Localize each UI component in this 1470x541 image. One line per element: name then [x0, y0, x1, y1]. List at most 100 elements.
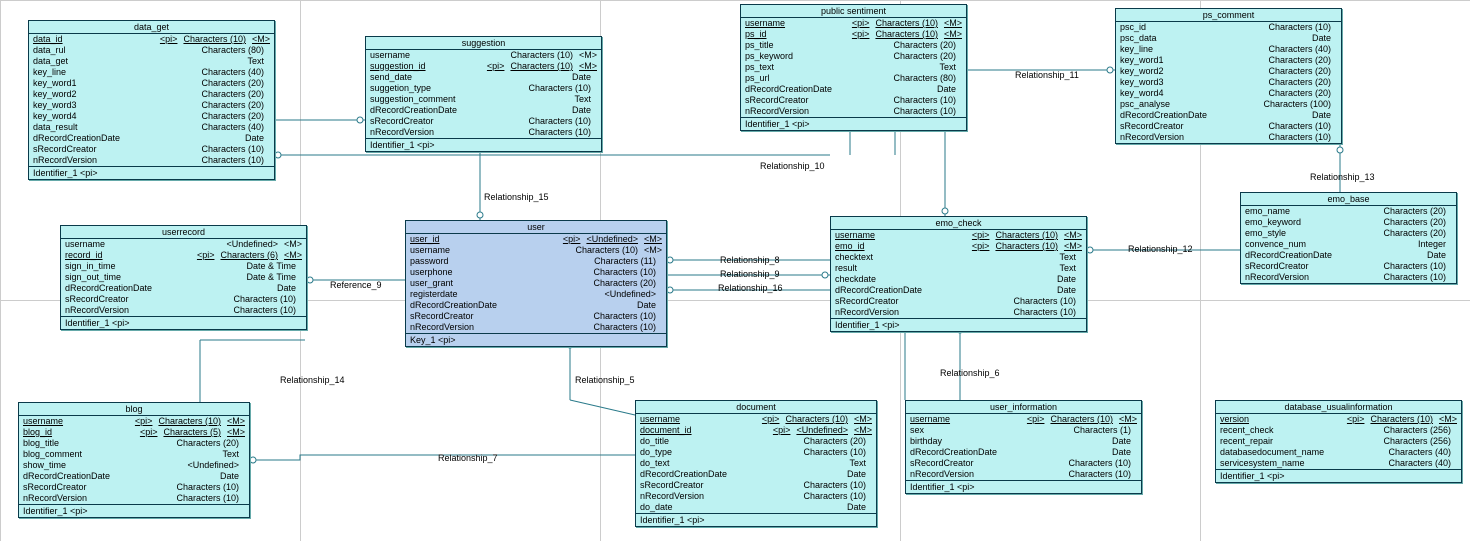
attr-type: Characters (10): [528, 83, 591, 94]
entity-blog[interactable]: blogusername<pi>Characters (10)<M>blog_i…: [18, 402, 250, 518]
attr-name: nRecordVersion: [910, 469, 1056, 480]
attr-type: Characters (10): [183, 34, 246, 45]
entity-attribute-row: emo_id<pi>Characters (10)<M>: [831, 241, 1086, 252]
attr-type: Characters (10): [593, 322, 656, 333]
entity-body: username<pi>Characters (10)<M>blog_id<pi…: [19, 416, 249, 504]
attr-name: psc_data: [1120, 33, 1300, 44]
entity-attribute-row: nRecordVersionCharacters (10): [831, 307, 1086, 318]
attr-mandatory: <M>: [944, 29, 962, 40]
entity-title: emo_check: [831, 217, 1086, 230]
attr-type: Characters (20): [1268, 77, 1331, 88]
entity-user[interactable]: useruser_id<pi><Undefined><M>usernameCha…: [405, 220, 667, 347]
attr-name: nRecordVersion: [1245, 272, 1371, 283]
entity-attribute-row: sRecordCreatorCharacters (10): [1116, 121, 1341, 132]
attr-type: Date: [847, 469, 866, 480]
attr-name: sex: [910, 425, 1061, 436]
attr-type: Integer: [1418, 239, 1446, 250]
attr-type: Characters (10): [593, 311, 656, 322]
attr-type: Characters (20): [1268, 55, 1331, 66]
entity-attribute-row: ps_urlCharacters (80): [741, 73, 966, 84]
attr-type: Characters (20): [201, 89, 264, 100]
attr-name: blog_id: [23, 427, 134, 438]
entity-attribute-row: sRecordCreatorCharacters (10): [1241, 261, 1456, 272]
entity-attribute-row: key_word2Characters (20): [1116, 66, 1341, 77]
attr-name: key_word1: [33, 78, 189, 89]
attr-name: suggestion_id: [370, 61, 481, 72]
entity-public_sentiment[interactable]: public sentimentusername<pi>Characters (…: [740, 4, 967, 131]
attr-pi: <pi>: [197, 250, 215, 261]
entity-attribute-row: convence_numInteger: [1241, 239, 1456, 250]
attr-type: Characters (10): [1268, 22, 1331, 33]
entity-attribute-row: dRecordCreationDateDate: [636, 469, 876, 480]
attr-name: nRecordVersion: [1120, 132, 1256, 143]
entity-attribute-row: data_id<pi>Characters (10)<M>: [29, 34, 274, 45]
entity-identifier: Identifier_1 <pi>: [906, 480, 1141, 493]
entity-attribute-row: sRecordCreatorCharacters (10): [906, 458, 1141, 469]
attr-name: nRecordVersion: [745, 106, 881, 117]
entity-attribute-row: servicesystem_nameCharacters (40): [1216, 458, 1461, 469]
attr-name: username: [745, 18, 846, 29]
attr-name: dRecordCreationDate: [410, 300, 625, 311]
attr-name: sRecordCreator: [33, 144, 189, 155]
attr-name: psc_id: [1120, 22, 1256, 33]
attr-type: Text: [1059, 252, 1076, 263]
entity-attribute-row: dRecordCreationDateDate: [831, 285, 1086, 296]
entity-attribute-row: nRecordVersionCharacters (10): [1241, 272, 1456, 283]
entity-attribute-row: userphoneCharacters (10): [406, 267, 666, 278]
attr-name: sRecordCreator: [23, 482, 164, 493]
entity-attribute-row: nRecordVersionCharacters (10): [741, 106, 966, 117]
entity-user_information[interactable]: user_informationusername<pi>Characters (…: [905, 400, 1142, 494]
attr-name: username: [910, 414, 1021, 425]
entity-title: document: [636, 401, 876, 414]
entity-attribute-row: suggetion_typeCharacters (10): [366, 83, 601, 94]
attr-name: nRecordVersion: [835, 307, 1001, 318]
attr-name: ps_title: [745, 40, 881, 51]
attr-type: Date: [937, 84, 956, 95]
attr-mandatory: <M>: [579, 50, 597, 61]
entity-ps_comment[interactable]: ps_commentpsc_idCharacters (10)psc_dataD…: [1115, 8, 1342, 144]
entity-database_usualinformation[interactable]: database_usualinformationversion<pi>Char…: [1215, 400, 1462, 483]
entity-attribute-row: sRecordCreatorCharacters (10): [29, 144, 274, 155]
attr-type: Characters (10): [1268, 132, 1331, 143]
entity-emo_check[interactable]: emo_checkusername<pi>Characters (10)<M>e…: [830, 216, 1087, 332]
attr-type: Date: [220, 471, 239, 482]
entity-userrecord[interactable]: userrecordusername<Undefined><M>record_i…: [60, 225, 307, 330]
attr-type: Characters (10): [233, 305, 296, 316]
attr-name: dRecordCreationDate: [65, 283, 265, 294]
attr-name: sign_in_time: [65, 261, 234, 272]
entity-attribute-row: dRecordCreationDateDate: [366, 105, 601, 116]
attr-type: Text: [849, 458, 866, 469]
attr-type: Characters (10): [528, 116, 591, 127]
attr-name: version: [1220, 414, 1341, 425]
entity-attribute-row: ps_id<pi>Characters (10)<M>: [741, 29, 966, 40]
entity-attribute-row: blog_titleCharacters (20): [19, 438, 249, 449]
attr-name: nRecordVersion: [410, 322, 581, 333]
entity-attribute-row: document_id<pi><Undefined><M>: [636, 425, 876, 436]
attr-mandatory: <M>: [1064, 230, 1082, 241]
attr-name: ps_id: [745, 29, 846, 40]
entity-body: username<pi>Characters (10)<M>ps_id<pi>C…: [741, 18, 966, 117]
attr-mandatory: <M>: [284, 250, 302, 261]
attr-name: username: [410, 245, 563, 256]
entity-identifier: Identifier_1 <pi>: [61, 316, 306, 329]
attr-type: Characters (10): [785, 414, 848, 425]
attr-name: servicesystem_name: [1220, 458, 1376, 469]
attr-name: key_word4: [1120, 88, 1256, 99]
entity-attribute-row: key_lineCharacters (40): [1116, 44, 1341, 55]
entity-data_get[interactable]: data_getdata_id<pi>Characters (10)<M>dat…: [28, 20, 275, 180]
entity-attribute-row: dRecordCreationDateDate: [741, 84, 966, 95]
entity-attribute-row: do_dateDate: [636, 502, 876, 513]
attr-mandatory: <M>: [1119, 414, 1137, 425]
attr-name: sRecordCreator: [65, 294, 221, 305]
entity-suggestion[interactable]: suggestionusernameCharacters (10)<M>sugg…: [365, 36, 602, 152]
entity-attribute-row: sign_out_timeDate & Time: [61, 272, 306, 283]
entity-emo_base[interactable]: emo_baseemo_nameCharacters (20)emo_keywo…: [1240, 192, 1457, 284]
entity-document[interactable]: documentusername<pi>Characters (10)<M>do…: [635, 400, 877, 527]
entity-attribute-row: usernameCharacters (10)<M>: [366, 50, 601, 61]
attr-mandatory: <M>: [227, 416, 245, 427]
entity-attribute-row: username<pi>Characters (10)<M>: [741, 18, 966, 29]
entity-attribute-row: dRecordCreationDateDate: [1241, 250, 1456, 261]
attr-name: dRecordCreationDate: [33, 133, 233, 144]
entity-attribute-row: show_time<Undefined>: [19, 460, 249, 471]
attr-name: key_word2: [33, 89, 189, 100]
